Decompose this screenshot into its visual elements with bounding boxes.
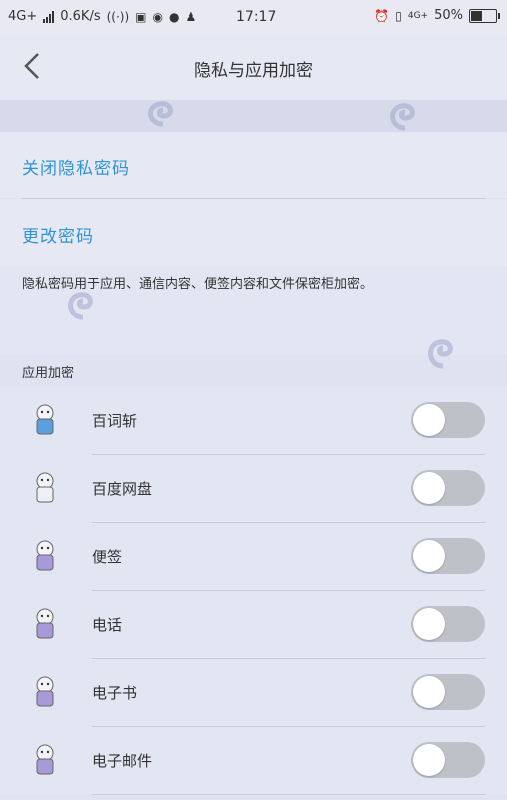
battery-percent: 50%: [434, 8, 463, 23]
signal-icon: [43, 10, 55, 23]
app-lock-toggle[interactable]: [411, 470, 485, 506]
change-password-item[interactable]: 更改密码: [0, 199, 507, 267]
app-mascot-icon: [36, 608, 54, 639]
app-mascot-icon: [36, 540, 54, 571]
list-item: 电子书: [0, 659, 507, 727]
app-lock-toggle[interactable]: [411, 606, 485, 642]
title-bar: 隐私与应用加密: [0, 34, 507, 100]
app-mascot-icon: [36, 744, 54, 775]
divider: [92, 794, 485, 795]
toggle-knob: [413, 540, 445, 572]
page-title: 隐私与应用加密: [194, 61, 313, 81]
app-mascot-icon: [36, 676, 54, 707]
app-name: 便签: [92, 548, 123, 566]
app-name: 电话: [92, 616, 123, 634]
swirl-decoration-icon: [148, 101, 173, 127]
status-right: ⏰ ▯ 4G+ 50%: [374, 8, 500, 23]
close-privacy-password-link[interactable]: 关闭隐私密码: [22, 154, 130, 179]
app-mascot-icon: [36, 404, 54, 435]
list-item: 电话: [0, 591, 507, 659]
swirl-decoration-icon: [68, 292, 93, 320]
status-time: 17:17: [236, 9, 277, 25]
ball-icon: ●: [168, 9, 180, 24]
hotspot-icon: ((·)): [106, 9, 130, 24]
list-item: 电子邮件: [0, 727, 507, 795]
app-lock-toggle[interactable]: [411, 674, 485, 710]
status-left: 4G+ 0.6K/s ((·)) ▣ ◉ ● ♟: [8, 9, 196, 24]
app-name: 电子邮件: [92, 752, 153, 770]
swirl-decoration-icon: [428, 339, 453, 369]
network-type: 4G+: [8, 9, 38, 24]
close-privacy-password-item[interactable]: 关闭隐私密码: [0, 132, 507, 198]
list-item: 百词斩: [0, 387, 507, 455]
app-name: 百词斩: [92, 412, 138, 430]
app-name: 电子书: [92, 684, 138, 702]
list-item: 百度网盘: [0, 455, 507, 523]
app-notification-icon: ▣: [135, 9, 147, 24]
toggle-knob: [413, 676, 445, 708]
app-list: 百词斩 百度网盘 便签 电话 电子书 电子邮件: [0, 387, 507, 795]
section-label: 应用加密: [22, 366, 75, 381]
qq-icon: ♟: [185, 9, 197, 24]
app-lock-toggle[interactable]: [411, 742, 485, 778]
app-lock-toggle[interactable]: [411, 402, 485, 438]
status-bar: 4G+ 0.6K/s ((·)) ▣ ◉ ● ♟ 17:17 ⏰ ▯ 4G+ 5…: [0, 0, 507, 34]
app-name: 百度网盘: [92, 480, 153, 498]
vibrate-icon: ▯: [395, 8, 402, 23]
alarm-icon: ⏰: [374, 8, 390, 23]
wechat-icon: ◉: [152, 9, 163, 24]
list-item: 便签: [0, 523, 507, 591]
swirl-decoration-icon: [390, 103, 415, 131]
app-lock-toggle[interactable]: [411, 538, 485, 574]
change-password-link[interactable]: 更改密码: [22, 222, 94, 247]
network-speed: 0.6K/s: [60, 9, 101, 24]
section-gap: [0, 100, 507, 132]
toggle-knob: [413, 404, 445, 436]
app-mascot-icon: [36, 472, 54, 503]
toggle-knob: [413, 472, 445, 504]
toggle-knob: [413, 608, 445, 640]
network-type-right: 4G+: [407, 10, 429, 21]
battery-icon: [469, 8, 500, 23]
toggle-knob: [413, 744, 445, 776]
